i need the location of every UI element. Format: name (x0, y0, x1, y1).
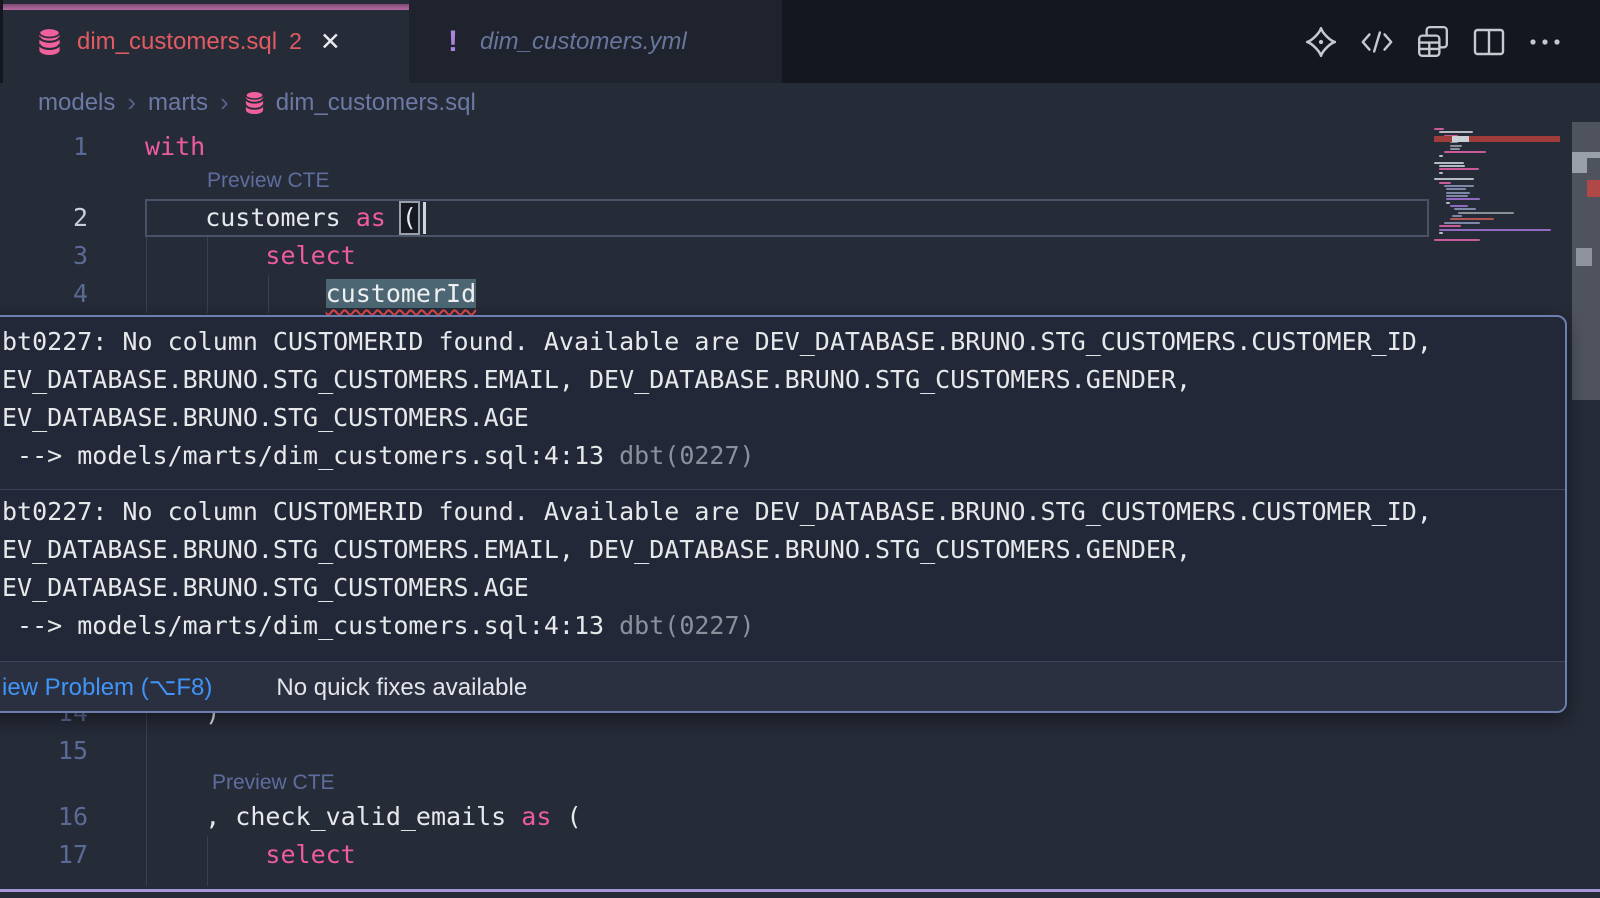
minimap-line (1444, 222, 1480, 224)
minimap-line (1446, 192, 1470, 194)
minimap-line (1439, 229, 1551, 231)
overview-ruler-mark (1572, 158, 1587, 173)
codelens-preview-cte[interactable]: Preview CTE (212, 767, 335, 799)
error-source: dbt(0227) (619, 611, 754, 640)
minimap-line (1446, 202, 1450, 204)
copy-table-icon[interactable] (1416, 25, 1450, 59)
minimap-line (1450, 218, 1494, 220)
line-number: 15 (0, 732, 88, 770)
scrollbar[interactable] (1572, 122, 1600, 898)
code-line[interactable]: customers as ( (145, 199, 418, 237)
minimap-line (1446, 195, 1468, 197)
minimap-line (1439, 165, 1465, 167)
breadcrumb-item-models[interactable]: models (38, 89, 115, 117)
line-number: 2 (0, 199, 88, 237)
warning-icon: ! (448, 25, 458, 59)
error-message-line: bt0227: No column CUSTOMERID found. Avai… (2, 323, 1565, 361)
line-number: 3 (0, 237, 88, 275)
minimap-line (1439, 168, 1479, 170)
error-hover-popup: bt0227: No column CUSTOMERID found. Avai… (0, 315, 1567, 713)
minimap-line (1434, 162, 1464, 164)
minimap-line (1450, 148, 1460, 150)
tab-label: dim_customers.yml (480, 28, 687, 56)
minimap-line (1434, 178, 1474, 180)
close-icon[interactable]: ✕ (320, 27, 341, 57)
code-line[interactable]: select (145, 836, 356, 874)
minimap-line (1439, 155, 1443, 157)
dbt-logo-icon[interactable] (1304, 25, 1338, 59)
error-message: bt0227: No column CUSTOMERID found. Avai… (0, 489, 1565, 657)
breadcrumb-file[interactable]: dim_customers.sql (276, 89, 476, 117)
active-tab-accent (3, 4, 409, 10)
text-cursor (423, 202, 426, 234)
chevron-right-icon: › (220, 87, 229, 118)
overview-ruler-mark (1576, 248, 1592, 266)
minimap-line (1450, 145, 1462, 147)
code-line[interactable]: , check_valid_emails as ( (145, 798, 582, 836)
line-number: 1 (0, 128, 88, 166)
error-message-line: EV_DATABASE.BRUNO.STG_CUSTOMERS.AGE (2, 569, 1565, 607)
editor-toolbar (1304, 22, 1562, 62)
error-message-line: EV_DATABASE.BRUNO.STG_CUSTOMERS.EMAIL, D… (2, 361, 1565, 399)
tab-label: dim_customers.sql (77, 28, 277, 56)
code-icon[interactable] (1360, 25, 1394, 59)
minimap-line (1434, 128, 1444, 130)
minimap-line (1439, 182, 1451, 184)
line-number: 16 (0, 798, 88, 836)
minimap-line (1434, 239, 1480, 241)
breadcrumb-item-marts[interactable]: marts (148, 89, 208, 117)
chevron-right-icon: › (127, 87, 136, 118)
minimap-line (1446, 198, 1480, 200)
minimap-error-line (1434, 136, 1560, 142)
minimap-line (1458, 212, 1514, 214)
editor-window: dim_customers.sql 2 ✕ ! dim_customers.ym… (0, 0, 1600, 898)
error-message-line: bt0227: No column CUSTOMERID found. Avai… (2, 493, 1565, 531)
minimap-line (1452, 215, 1462, 217)
panel-divider (0, 889, 1600, 892)
breadcrumb: models › marts › dim_customers.sql (0, 83, 1600, 122)
error-location[interactable]: --> models/marts/dim_customers.sql:4:13 … (2, 607, 1565, 645)
code-line[interactable]: customerId (145, 275, 476, 313)
database-icon (243, 90, 266, 115)
codelens-preview-cte[interactable]: Preview CTE (207, 165, 330, 197)
tab-dim-customers-sql[interactable]: dim_customers.sql 2 ✕ (3, 0, 409, 83)
code-line[interactable]: with (145, 128, 205, 166)
overview-ruler-mark (1587, 180, 1600, 197)
minimap-line (1439, 172, 1443, 174)
split-editor-icon[interactable] (1472, 25, 1506, 59)
error-location[interactable]: --> models/marts/dim_customers.sql:4:13 … (2, 437, 1565, 475)
tab-dim-customers-yml[interactable]: ! dim_customers.yml (409, 0, 782, 83)
error-message-line: EV_DATABASE.BRUNO.STG_CUSTOMERS.AGE (2, 399, 1565, 437)
minimap-line (1439, 225, 1461, 227)
error-message-line: EV_DATABASE.BRUNO.STG_CUSTOMERS.EMAIL, D… (2, 531, 1565, 569)
popup-status-bar: iew Problem (⌥F8) No quick fixes availab… (0, 661, 1565, 713)
view-problem-link[interactable]: iew Problem (⌥F8) (2, 673, 212, 702)
minimap-line (1439, 131, 1473, 133)
tab-bar: dim_customers.sql 2 ✕ ! dim_customers.ym… (0, 0, 1600, 83)
no-quick-fixes-label: No quick fixes available (276, 674, 527, 702)
line-number: 4 (0, 275, 88, 313)
modified-count-badge: 2 (289, 28, 302, 55)
code-line[interactable]: select (145, 237, 356, 275)
minimap-line (1450, 205, 1468, 207)
minimap-line (1444, 151, 1486, 153)
bracket-match: ( (399, 201, 420, 235)
more-actions-icon[interactable] (1528, 25, 1562, 59)
database-icon (36, 27, 63, 56)
minimap-line (1454, 208, 1476, 210)
minimap-line (1446, 188, 1466, 190)
minimap-line (1439, 232, 1443, 234)
minimap-line (1444, 185, 1474, 187)
error-message: bt0227: No column CUSTOMERID found. Avai… (0, 320, 1565, 486)
error-source: dbt(0227) (619, 441, 754, 470)
error-word[interactable]: customerId (326, 279, 477, 308)
line-number: 17 (0, 836, 88, 874)
